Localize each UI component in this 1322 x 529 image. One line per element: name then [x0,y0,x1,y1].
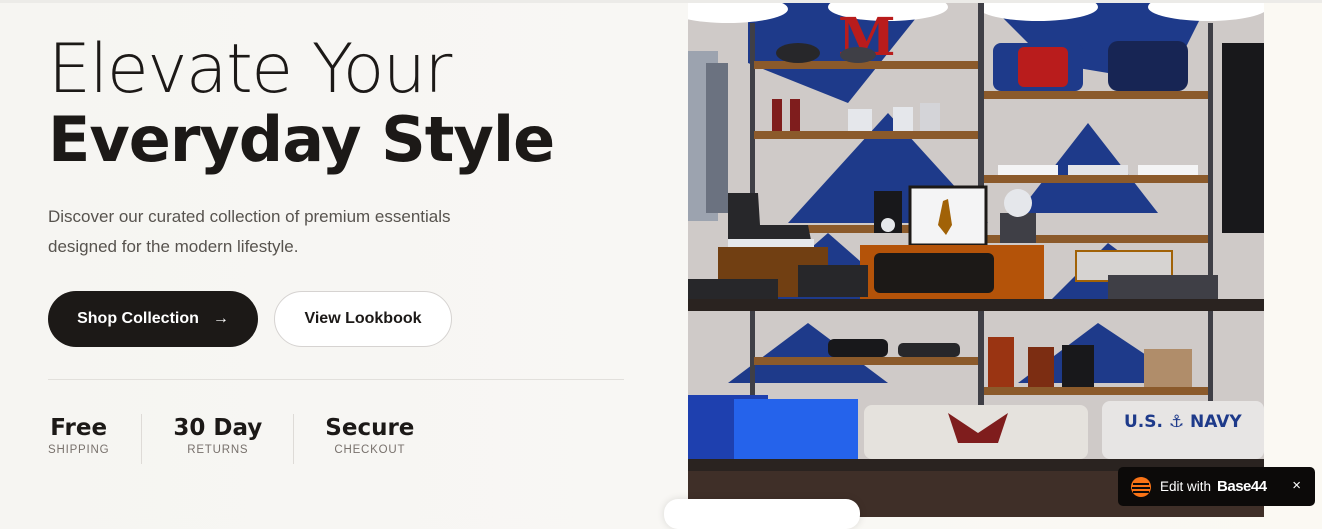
stat-label: SHIPPING [48,444,110,456]
shop-collection-label: Shop Collection [77,310,199,327]
stats-row: Free SHIPPING 30 Day RETURNS Secure CHEC… [48,414,445,464]
stat-label: RETURNS [187,444,249,456]
badge-brand: Base44 [1217,478,1267,495]
hero-title-line1: Elevate Your [48,30,452,109]
hero-title-line2: Everyday Style [48,103,555,176]
hero-image: M U.S. ⚓ NAVY [688,3,1264,517]
view-lookbook-button[interactable]: View Lookbook [274,291,452,347]
arrow-right-icon: → [212,310,229,327]
shirt-print-text: U.S. ⚓ NAVY [1124,412,1242,432]
stat-shipping: Free SHIPPING [48,414,141,464]
stat-returns: 30 Day RETURNS [141,414,293,464]
floating-card [664,499,860,529]
stats-divider [48,379,624,380]
shop-collection-button[interactable]: Shop Collection → [48,291,258,347]
close-icon[interactable]: × [1292,477,1301,494]
hero-content: Elevate Your Everyday Style Discover our… [48,0,648,517]
edit-with-base44-badge[interactable]: Edit with Base44 × [1118,467,1315,506]
stat-checkout: Secure CHECKOUT [293,414,445,464]
stat-value: Secure [325,415,415,441]
stat-value: 30 Day [173,415,263,441]
base44-logo-icon [1131,476,1151,497]
view-lookbook-label: View Lookbook [304,310,422,327]
stat-label: CHECKOUT [334,444,406,456]
stat-value: Free [50,415,108,441]
badge-edit-label: Edit with [1160,479,1212,494]
store-shelves-illustration: M U.S. ⚓ NAVY [688,3,1264,517]
hero-subtitle: Discover our curated collection of premi… [48,207,451,256]
